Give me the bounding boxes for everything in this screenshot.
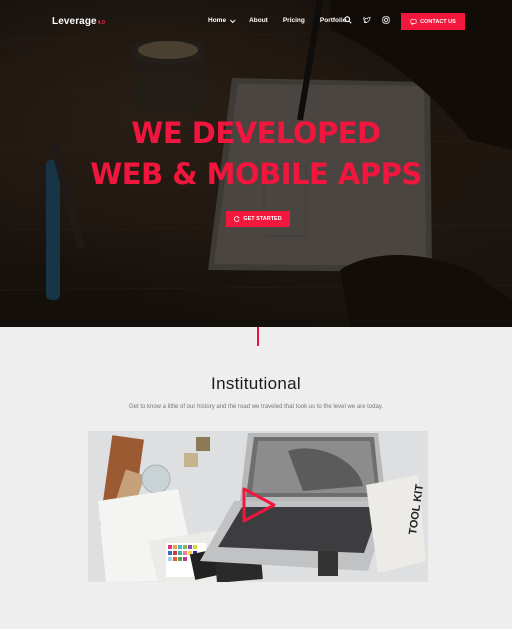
get-started-label: GET STARTED	[243, 216, 282, 222]
brand-logo[interactable]: Leverage4.0	[52, 16, 105, 27]
hero-section: Leverage4.0 Home About Pricing Portfolio	[0, 0, 512, 327]
nav-item-home[interactable]: Home	[208, 16, 236, 24]
play-icon[interactable]	[238, 485, 278, 525]
nav-links: Home About Pricing Portfolio	[208, 16, 362, 24]
chat-icon	[410, 18, 417, 25]
chevron-down-icon	[229, 16, 236, 23]
search-icon[interactable]	[343, 15, 353, 25]
nav-item-label: About	[249, 17, 268, 24]
section-divider	[257, 327, 259, 346]
contact-us-button[interactable]: CONTACT US	[401, 13, 465, 30]
instagram-icon[interactable]	[381, 15, 391, 25]
hero-headline-line-2: WEB & MOBILE APPS	[90, 157, 422, 191]
top-navigation: Leverage4.0 Home About Pricing Portfolio	[0, 0, 512, 44]
brand-mark: 4.0	[97, 20, 105, 26]
contact-us-label: CONTACT US	[420, 18, 456, 25]
refresh-icon	[234, 216, 240, 222]
section-subtitle: Get to know a little of our history and …	[128, 404, 384, 410]
institutional-video-thumbnail[interactable]: TOOL KIT	[88, 431, 428, 582]
brand-name: Leverage	[52, 16, 97, 27]
twitter-icon[interactable]	[362, 15, 372, 25]
nav-item-label: Home	[208, 17, 227, 24]
nav-item-pricing[interactable]: Pricing	[283, 17, 305, 24]
nav-item-about[interactable]: About	[249, 17, 268, 24]
nav-item-label: Pricing	[282, 17, 305, 24]
get-started-button[interactable]: GET STARTED	[226, 211, 290, 227]
section-title: Institutional	[211, 374, 301, 393]
hero-headline-line-1: WE DEVELOPED	[131, 116, 381, 150]
